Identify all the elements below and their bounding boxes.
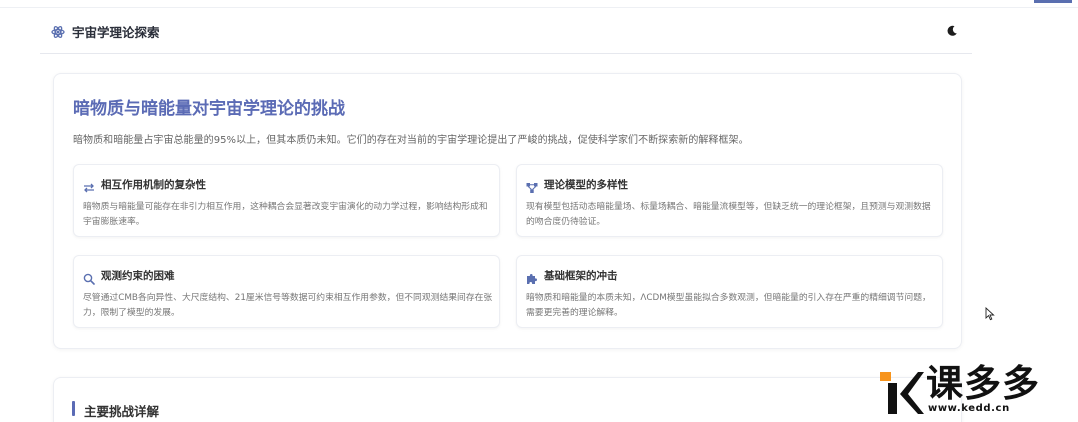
details-title: 主要挑战详解 [84, 404, 160, 419]
feature-text: 暗物质和暗能量的本质未知，ΛCDM模型虽能拟合多数观测，但暗能量的引入存在严重的… [526, 293, 931, 318]
feature-text: 现有模型包括动态暗能量场、标量场耦合、暗能量流模型等，但缺乏统一的理论框架，且预… [526, 202, 931, 227]
intro-title: 暗物质与暗能量对宇宙学理论的挑战 [73, 99, 345, 119]
watermark-url: www.kedd.cn [928, 403, 1010, 414]
feature-card-models[interactable]: 理论模型的多样性 现有模型包括动态暗能量场、标量场耦合、暗能量流模型等，但缺乏统… [516, 164, 943, 237]
intro-card: 暗物质与暗能量对宇宙学理论的挑战 暗物质和暗能量占宇宙总能量的95%以上，但其本… [53, 73, 962, 349]
app-header: 宇宙学理论探索 [40, 10, 972, 54]
watermark-logo: 课多多 www.kedd.cn [878, 364, 1074, 418]
k-logo-icon [878, 366, 924, 420]
details-card: 主要挑战详解 [53, 377, 962, 422]
feature-title: 相互作用机制的复杂性 [101, 179, 206, 191]
arrows-exchange-icon [83, 179, 95, 192]
feature-title: 观测约束的困难 [101, 270, 175, 282]
feature-title: 理论模型的多样性 [544, 179, 628, 191]
atom-icon [51, 25, 65, 39]
top-divider [0, 0, 1078, 8]
magnifier-icon [83, 270, 95, 285]
section-accent-bar [72, 401, 75, 416]
feature-card-interaction[interactable]: 相互作用机制的复杂性 暗物质与暗能量可能存在非引力相互作用，这种耦合会显著改变宇… [73, 164, 500, 237]
feature-card-framework[interactable]: 基础框架的冲击 暗物质和暗能量的本质未知，ΛCDM模型虽能拟合多数观测，但暗能量… [516, 255, 943, 328]
app-title: 宇宙学理论探索 [72, 25, 160, 40]
feature-title: 基础框架的冲击 [544, 270, 618, 282]
corner-tab[interactable] [1034, 0, 1072, 3]
moon-icon[interactable] [944, 23, 960, 39]
feature-text: 暗物质与暗能量可能存在非引力相互作用，这种耦合会显著改变宇宙演化的动力学过程，影… [83, 202, 488, 227]
mouse-cursor-icon [985, 306, 995, 321]
feature-text: 尽管通过CMB各向异性、大尺度结构、21厘米信号等数据可约束相互作用参数，但不同… [83, 293, 493, 318]
network-nodes-icon [526, 179, 538, 193]
puzzle-icon [526, 270, 538, 284]
intro-description: 暗物质和暗能量占宇宙总能量的95%以上，但其本质仍未知。它们的存在对当前的宇宙学… [73, 135, 749, 146]
watermark-brand: 课多多 [926, 362, 1040, 405]
feature-card-observation[interactable]: 观测约束的困难 尽管通过CMB各向异性、大尺度结构、21厘米信号等数据可约束相互… [73, 255, 500, 328]
